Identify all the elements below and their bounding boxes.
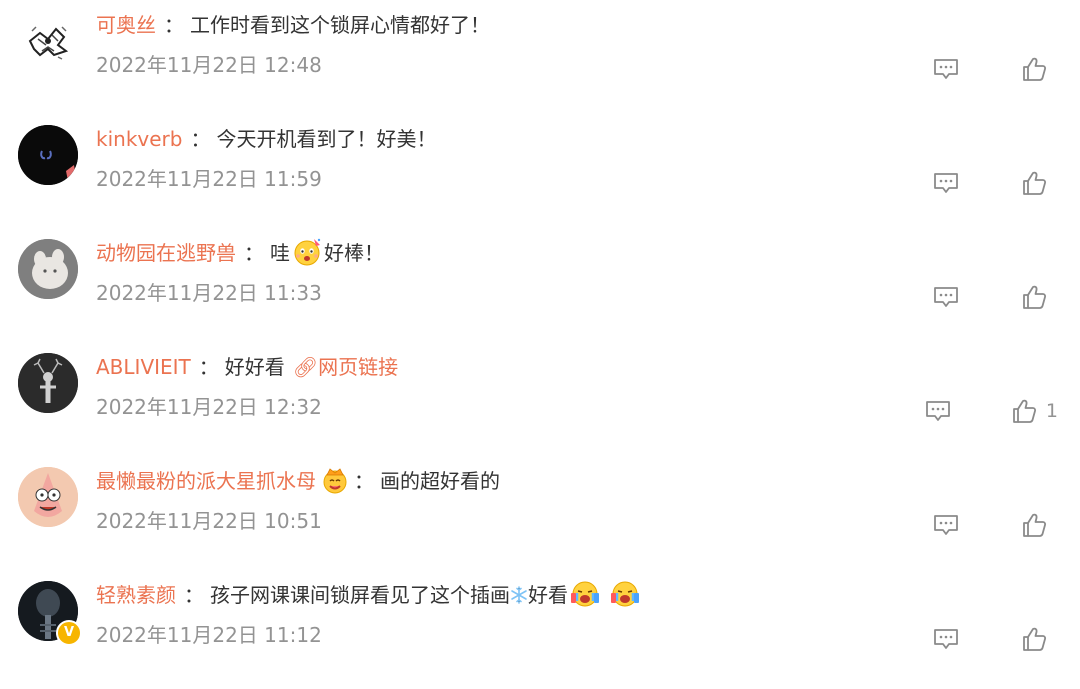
thumbs-up-icon: [1023, 171, 1047, 195]
thumbs-up-icon: [1023, 513, 1047, 537]
comment-icon: [926, 401, 950, 421]
separator: ：: [354, 469, 374, 493]
thumbs-up-icon: [1013, 399, 1036, 423]
comment-text: 工作时看到这个锁屏心情都好了！: [190, 13, 490, 37]
white-animal-avatar-icon: [18, 239, 78, 299]
comment-text: 哇: [270, 241, 290, 265]
comment-item: 动物园在逃野兽 ：哇 好棒！ 2022年11月22日 11:33: [0, 228, 1080, 342]
separator: ：: [244, 241, 264, 265]
patrick-avatar-icon: [18, 467, 78, 527]
comment-text: 画的超好看的: [380, 469, 500, 493]
comment-text: 孩子网课课间锁屏看见了这个插画: [210, 583, 510, 607]
like-button[interactable]: [1020, 283, 1056, 311]
thumbs-up-icon: [1023, 627, 1047, 651]
comment-item: 可奥丝 ：工作时看到这个锁屏心情都好了！ 2022年11月22日 12:48: [0, 0, 1080, 114]
comment-line: 动物园在逃野兽 ：哇 好棒！: [96, 237, 384, 269]
comment-actions: [932, 282, 1056, 312]
username-link[interactable]: 轻熟素颜: [96, 583, 176, 607]
reply-button[interactable]: [932, 283, 960, 311]
separator: ：: [198, 355, 219, 379]
verified-badge-icon: V: [56, 620, 82, 646]
dark-avatar-icon: [18, 125, 78, 185]
timestamp: 2022年11月22日 12:48: [96, 53, 322, 77]
comment-item: 最懒最粉的派大星抓水母 ：画的超好看的 2022年11月22日 10:51: [0, 456, 1080, 570]
avatar[interactable]: [18, 125, 78, 185]
crown-face-icon: [320, 465, 350, 495]
separator: ：: [184, 583, 204, 607]
reply-button[interactable]: [932, 169, 960, 197]
comment-line: 最懒最粉的派大星抓水母 ：画的超好看的: [96, 465, 500, 497]
comment-icon: [934, 629, 958, 649]
comment-icon: [934, 515, 958, 535]
comment-icon: [934, 59, 958, 79]
thumbs-up-icon: [1023, 285, 1047, 309]
avatar[interactable]: [18, 11, 78, 71]
comment-text: 今天开机看到了！好美！: [216, 127, 437, 151]
timestamp: 2022年11月22日 10:51: [96, 509, 322, 533]
comment-item: V 轻熟素颜 ：孩子网课课间锁屏看见了这个插画 好看 2022年11月22日 11…: [0, 570, 1080, 684]
comment-line: 轻熟素颜 ：孩子网课课间锁屏看见了这个插画 好看: [96, 579, 642, 611]
comment-line: 可奥丝 ：工作时看到这个锁屏心情都好了！: [96, 9, 490, 41]
comment-line: kinkverb ：今天开机看到了！好美！: [96, 123, 436, 155]
username-link[interactable]: 可奥丝: [96, 13, 156, 37]
web-link-label: 网页链接: [318, 355, 399, 379]
timestamp: 2022年11月22日 12:32: [96, 395, 322, 419]
crying-cheer-emoji: [610, 579, 640, 609]
username-link[interactable]: kinkverb: [96, 127, 182, 151]
comment-item: kinkverb ：今天开机看到了！好美！ 2022年11月22日 11:59: [0, 114, 1080, 228]
link-icon: 🔗︎: [292, 355, 319, 379]
comment-text-suffix: 好棒！: [324, 241, 384, 265]
crying-cheer-emoji: [570, 579, 600, 609]
reply-button[interactable]: [932, 55, 960, 83]
comment-item: ABLIVIEIT ：好好看 🔗︎网页链接 2022年11月22日 12:32 1: [0, 342, 1080, 456]
separator: ：: [190, 127, 211, 151]
comment-actions: [932, 168, 1056, 198]
comment-actions: [932, 624, 1056, 654]
username-link[interactable]: 动物园在逃野兽: [96, 241, 236, 265]
thumbs-up-icon: [1023, 57, 1047, 81]
comment-icon: [934, 173, 958, 193]
reply-button[interactable]: [932, 511, 960, 539]
timestamp: 2022年11月22日 11:12: [96, 623, 322, 647]
timestamp: 2022年11月22日 11:59: [96, 167, 322, 191]
reply-button[interactable]: [932, 625, 960, 653]
comment-actions: 1: [924, 396, 1058, 426]
comment-text: 好好看: [224, 355, 285, 379]
avatar[interactable]: [18, 467, 78, 527]
comment-text-suffix: 好看: [528, 583, 568, 607]
timestamp: 2022年11月22日 11:33: [96, 281, 322, 305]
like-button[interactable]: [1020, 55, 1056, 83]
comment-line: ABLIVIEIT ：好好看 🔗︎网页链接: [96, 351, 398, 383]
party-face-emoji: [292, 237, 322, 267]
username-link[interactable]: ABLIVIEIT: [96, 355, 191, 379]
comment-list: 可奥丝：工作时看到这个锁屏心情都好了！ 2022年11月22日 12:48 ki…: [0, 0, 1080, 684]
comment-icon: [934, 287, 958, 307]
avatar[interactable]: [18, 239, 78, 299]
reply-button[interactable]: [924, 397, 952, 425]
snowflake-icon: [510, 586, 528, 604]
comment-actions: [932, 54, 1056, 84]
like-button[interactable]: 1: [1010, 397, 1058, 425]
separator: ：: [164, 13, 184, 37]
like-button[interactable]: [1020, 625, 1056, 653]
like-button[interactable]: [1020, 169, 1056, 197]
like-count: 1: [1045, 400, 1058, 422]
avatar[interactable]: [18, 353, 78, 413]
comment-actions: [932, 510, 1056, 540]
web-link[interactable]: 🔗︎网页链接: [293, 355, 398, 379]
sketch-avatar-icon: [18, 11, 78, 71]
deer-avatar-icon: [18, 353, 78, 413]
like-button[interactable]: [1020, 511, 1056, 539]
username-link[interactable]: 最懒最粉的派大星抓水母: [96, 469, 316, 493]
